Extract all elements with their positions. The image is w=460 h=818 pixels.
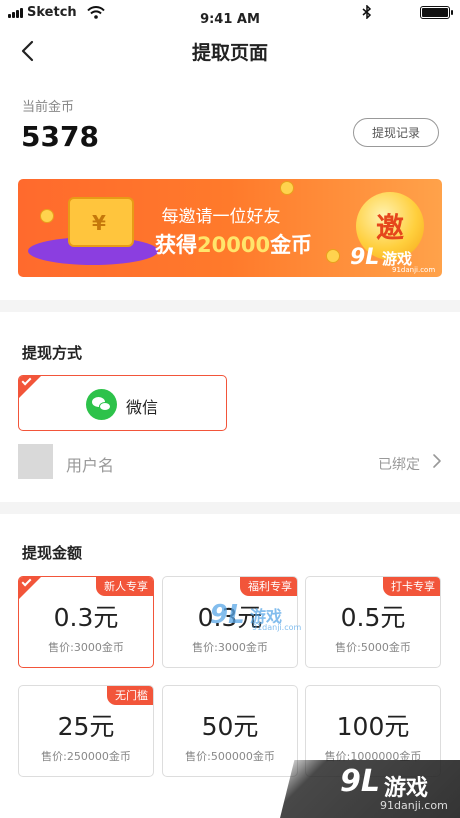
method-option-label: 微信 <box>126 398 159 417</box>
nav-bar: 提取页面 <box>0 26 460 76</box>
coin-icon <box>326 249 340 263</box>
coin-icon <box>280 181 294 195</box>
amount-tag: 无门槛 <box>107 686 153 705</box>
method-option-wechat[interactable]: 微信 <box>18 375 227 431</box>
amount-value: 0.3元 <box>53 603 119 632</box>
withdraw-history-button[interactable]: 提现记录 <box>353 118 439 147</box>
watermark-number: 9L <box>350 245 380 270</box>
amount-value: 25元 <box>57 712 115 741</box>
withdraw-amount-title: 提现金额 <box>22 544 83 562</box>
watermark-number: 9L <box>210 600 245 630</box>
banner-line2: 获得20000金币 <box>155 229 312 259</box>
amount-option[interactable]: 无门槛 25元 售价:250000金币 <box>18 685 154 777</box>
bluetooth-icon <box>362 5 372 19</box>
page-title: 提取页面 <box>191 42 268 64</box>
avatar <box>18 444 53 479</box>
amount-value: 100元 <box>336 712 410 741</box>
banner-line1: 每邀请一位好友 <box>161 207 281 227</box>
wechat-icon <box>86 389 117 420</box>
section-divider <box>0 300 460 312</box>
watermark-logo: 9L 游戏 91danji.com <box>210 598 310 634</box>
amount-tag: 福利专享 <box>240 577 297 596</box>
banner-line2-prefix: 获得 <box>155 233 197 257</box>
banner-line2-highlight: 20000 <box>197 233 271 257</box>
amount-value: 0.5元 <box>340 603 406 632</box>
watermark-text: 游戏 <box>384 776 429 801</box>
balance-value: 5378 <box>21 120 99 153</box>
amount-option[interactable]: 打卡专享 0.5元 售价:5000金币 <box>305 576 441 668</box>
amount-tag: 新人专享 <box>96 577 153 596</box>
status-bar: Sketch 9:41 AM <box>0 0 460 26</box>
battery-icon <box>420 5 453 19</box>
balance-label: 当前金币 <box>22 100 75 115</box>
amount-option[interactable]: 50元 售价:500000金币 <box>162 685 298 777</box>
watermark-corner-logo: 9L 游戏 91danji.com <box>280 760 460 818</box>
watermark-url: 91danji.com <box>252 623 302 632</box>
watermark-logo: 9L 游戏 91danji.com <box>350 245 445 277</box>
amount-option[interactable]: 新人专享 0.3元 售价:3000金币 <box>18 576 154 668</box>
banner-line2-suffix: 金币 <box>270 233 313 257</box>
watermark-url: 91danji.com <box>380 799 448 812</box>
status-right <box>362 5 453 19</box>
amount-price: 售价:3000金币 <box>192 641 268 654</box>
amount-value: 50元 <box>201 712 259 741</box>
amount-price: 售价:500000金币 <box>185 750 275 763</box>
watermark-url: 91danji.com <box>392 266 436 274</box>
section-divider <box>0 502 460 514</box>
watermark-number: 9L <box>340 764 380 799</box>
account-username[interactable]: 用户名 <box>66 452 114 476</box>
amount-price: 售价:5000金币 <box>335 641 411 654</box>
account-bound-status[interactable]: 已绑定 <box>378 454 420 474</box>
chevron-right-icon[interactable] <box>429 453 445 469</box>
amount-price: 售价:250000金币 <box>41 750 131 763</box>
amount-tag: 打卡专享 <box>383 577 440 596</box>
withdraw-method-title: 提现方式 <box>22 344 83 362</box>
amount-price: 售价:3000金币 <box>48 641 124 654</box>
